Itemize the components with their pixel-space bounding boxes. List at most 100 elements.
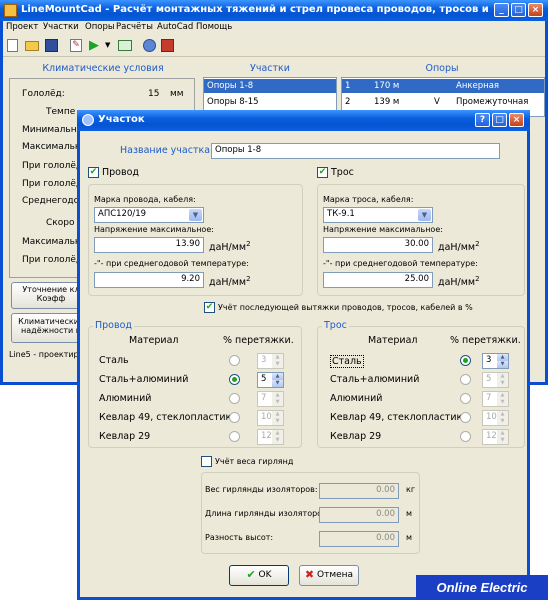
cable-tension-input[interactable]: 30.00 [323, 237, 433, 253]
stretch-spinner[interactable]: 12 ▲ ▼ [257, 429, 284, 445]
new-file-icon[interactable] [7, 39, 18, 52]
stretch-spinner[interactable]: 12 ▲ ▼ [482, 429, 509, 445]
wire-group-title: Провод [93, 320, 134, 331]
material-radio[interactable] [229, 355, 240, 366]
edit-icon[interactable]: ✎ [70, 39, 82, 52]
height-diff-input[interactable]: 0.00 [319, 531, 399, 547]
support-num: 2 [345, 97, 351, 107]
menu-bar: Проект Участки Опоры Расчёты AutoCad Пом… [3, 21, 545, 35]
spin-up-icon[interactable]: ▲ [497, 373, 508, 380]
spinner-value: 5 [486, 374, 492, 384]
spinner-value: 10 [261, 412, 272, 422]
maximize-button[interactable]: □ [492, 113, 507, 127]
spin-down-icon[interactable]: ▼ [272, 361, 283, 368]
menu-supports[interactable]: Опоры [85, 22, 115, 32]
chevron-down-icon[interactable]: ▼ [189, 209, 202, 221]
wire-avg-input[interactable]: 9.20 [94, 272, 204, 288]
close-button[interactable]: × [509, 113, 524, 127]
section-name-input[interactable]: Опоры 1-8 [211, 143, 500, 159]
menu-project[interactable]: Проект [6, 22, 38, 32]
spin-down-icon[interactable]: ▼ [272, 437, 283, 444]
cable-checkbox[interactable]: ✔ [317, 167, 328, 178]
chevron-down-icon[interactable]: ▼ [418, 209, 431, 221]
material-radio[interactable] [460, 374, 471, 385]
scale-icon[interactable] [118, 40, 132, 51]
spin-up-icon[interactable]: ▲ [497, 411, 508, 418]
main-titlebar: LineMountCad - Расчёт монтажных тяжений … [0, 0, 548, 21]
section-item[interactable]: Опоры 8-15 [204, 95, 336, 109]
spinner-value: 7 [486, 393, 492, 403]
menu-sections[interactable]: Участки [43, 22, 79, 32]
material-radio[interactable] [229, 393, 240, 404]
menu-autocad[interactable]: AutoCad [157, 22, 193, 32]
spin-up-icon[interactable]: ▲ [497, 354, 508, 361]
spin-down-icon[interactable]: ▼ [497, 418, 508, 425]
spin-up-icon[interactable]: ▲ [272, 373, 283, 380]
col-material: Материал [368, 335, 418, 346]
material-radio[interactable] [229, 412, 240, 423]
spin-down-icon[interactable]: ▼ [272, 380, 283, 387]
menu-help[interactable]: Помощь [196, 22, 232, 32]
garland-weight-input[interactable]: 0.00 [319, 483, 399, 499]
toolbar: ✎ ▶ ▼ [3, 35, 545, 57]
help-button[interactable]: ? [475, 113, 490, 127]
cable-mark-value: ТК-9.1 [327, 209, 355, 219]
material-radio[interactable] [229, 431, 240, 442]
stretch-spinner[interactable]: 5 ▲ ▼ [257, 372, 284, 388]
table-row[interactable]: 1 170 м Анкерная [342, 79, 544, 93]
spin-down-icon[interactable]: ▼ [497, 399, 508, 406]
minimize-button[interactable]: _ [494, 3, 509, 17]
close-button[interactable]: × [528, 3, 543, 17]
wire-tension-input[interactable]: 13.90 [94, 237, 204, 253]
save-icon[interactable] [45, 39, 58, 52]
spin-up-icon[interactable]: ▲ [272, 411, 283, 418]
cable-avg-input[interactable]: 25.00 [323, 272, 433, 288]
spin-down-icon[interactable]: ▼ [272, 399, 283, 406]
section-item[interactable]: Опоры 1-8 [204, 79, 336, 93]
ok-button[interactable]: ✔ OK [229, 565, 289, 586]
stretch-spinner[interactable]: 10 ▲ ▼ [257, 410, 284, 426]
material-radio[interactable] [460, 431, 471, 442]
cancel-button[interactable]: ✖ Отмена [299, 565, 359, 586]
settings-icon[interactable] [143, 39, 156, 52]
spin-down-icon[interactable]: ▼ [497, 437, 508, 444]
run-icon[interactable]: ▶ [89, 38, 99, 53]
spin-up-icon[interactable]: ▲ [497, 430, 508, 437]
spin-up-icon[interactable]: ▲ [497, 392, 508, 399]
material-radio[interactable] [229, 374, 240, 385]
wire-checkbox[interactable]: ✔ [88, 167, 99, 178]
spin-up-icon[interactable]: ▲ [272, 354, 283, 361]
spin-down-icon[interactable]: ▼ [497, 380, 508, 387]
garland-length-input[interactable]: 0.00 [319, 507, 399, 523]
garland-label: Учёт веса гирлянд [215, 457, 294, 466]
maximize-button[interactable]: □ [511, 3, 526, 17]
stretch-spinner[interactable]: 7 ▲ ▼ [482, 391, 509, 407]
speed-header: Скоро [46, 218, 75, 228]
stretch-spinner[interactable]: 7 ▲ ▼ [257, 391, 284, 407]
cable-mark-select[interactable]: ТК-9.1 ▼ [323, 207, 433, 223]
garland-checkbox[interactable] [201, 456, 212, 467]
menu-calculations[interactable]: Расчёты [116, 22, 153, 32]
stretch-spinner[interactable]: 3 ▲ ▼ [257, 353, 284, 369]
material-radio[interactable] [460, 412, 471, 423]
table-row[interactable]: 2 139 м V Промежуточная [342, 95, 544, 109]
material-radio[interactable] [460, 355, 471, 366]
garland-length-label: Длина гирлянды изоляторов: [205, 509, 330, 518]
section-item-label: Опоры 1-8 [207, 81, 254, 91]
spin-down-icon[interactable]: ▼ [497, 361, 508, 368]
garland-weight-unit: кг [406, 485, 416, 494]
stretch-spinner[interactable]: 10 ▲ ▼ [482, 410, 509, 426]
stretch-checkbox[interactable]: ✔ [204, 302, 215, 313]
dropdown-arrow-icon[interactable]: ▼ [105, 41, 110, 49]
stretch-spinner[interactable]: 3 ▲ ▼ [482, 353, 509, 369]
wire-material-group: Провод Материал % перетяжки. Сталь 3 ▲ ▼ С… [88, 320, 302, 448]
stretch-spinner[interactable]: 5 ▲ ▼ [482, 372, 509, 388]
autocad-icon[interactable] [161, 39, 174, 52]
spin-down-icon[interactable]: ▼ [272, 418, 283, 425]
spin-up-icon[interactable]: ▲ [272, 430, 283, 437]
wire-mark-select[interactable]: АПС120/19 ▼ [94, 207, 204, 223]
open-folder-icon[interactable] [25, 41, 39, 51]
spinner-value: 5 [261, 374, 267, 384]
spin-up-icon[interactable]: ▲ [272, 392, 283, 399]
material-radio[interactable] [460, 393, 471, 404]
